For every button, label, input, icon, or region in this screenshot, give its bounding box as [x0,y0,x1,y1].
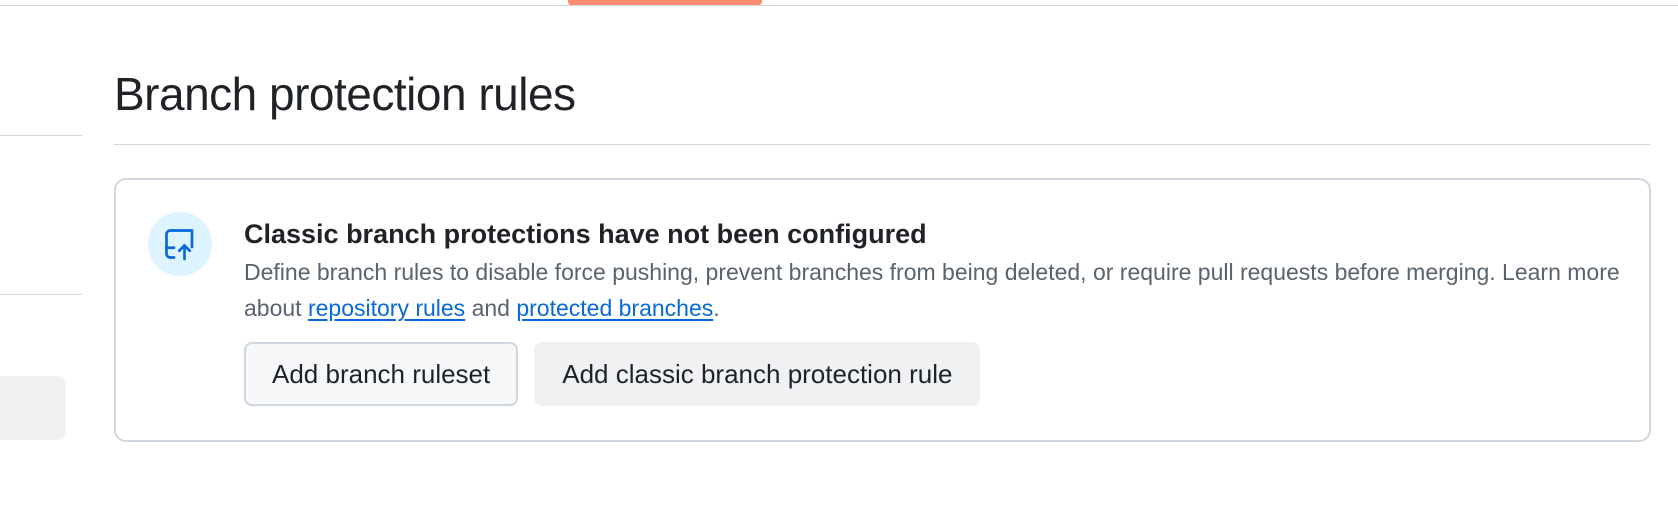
active-tab-underline [568,0,762,5]
blankslate-heading: Classic branch protections have not been… [244,219,927,249]
repository-rules-link[interactable]: repository rules [308,295,465,321]
title-divider [114,144,1650,145]
add-classic-rule-button[interactable]: Add classic branch protection rule [534,342,981,406]
blankslate-actions: Add branch ruleset Add classic branch pr… [244,342,1624,406]
sidebar-divider [0,294,82,295]
blankslate-content: Classic branch protections have not been… [244,216,1624,406]
top-nav-border [0,0,1678,6]
description-text: . [713,295,720,321]
description-text: and [465,295,517,321]
blankslate-description: Define branch rules to disable force pus… [244,254,1624,326]
page-title: Branch protection rules [114,68,576,120]
sidebar-item-selected[interactable] [0,376,66,440]
add-branch-ruleset-button[interactable]: Add branch ruleset [244,342,519,406]
protected-branches-link[interactable]: protected branches [516,295,713,321]
repo-push-icon [165,229,194,261]
sidebar-divider [0,135,82,136]
blankslate-panel: Classic branch protections have not been… [114,178,1651,442]
icon-circle [148,212,212,276]
